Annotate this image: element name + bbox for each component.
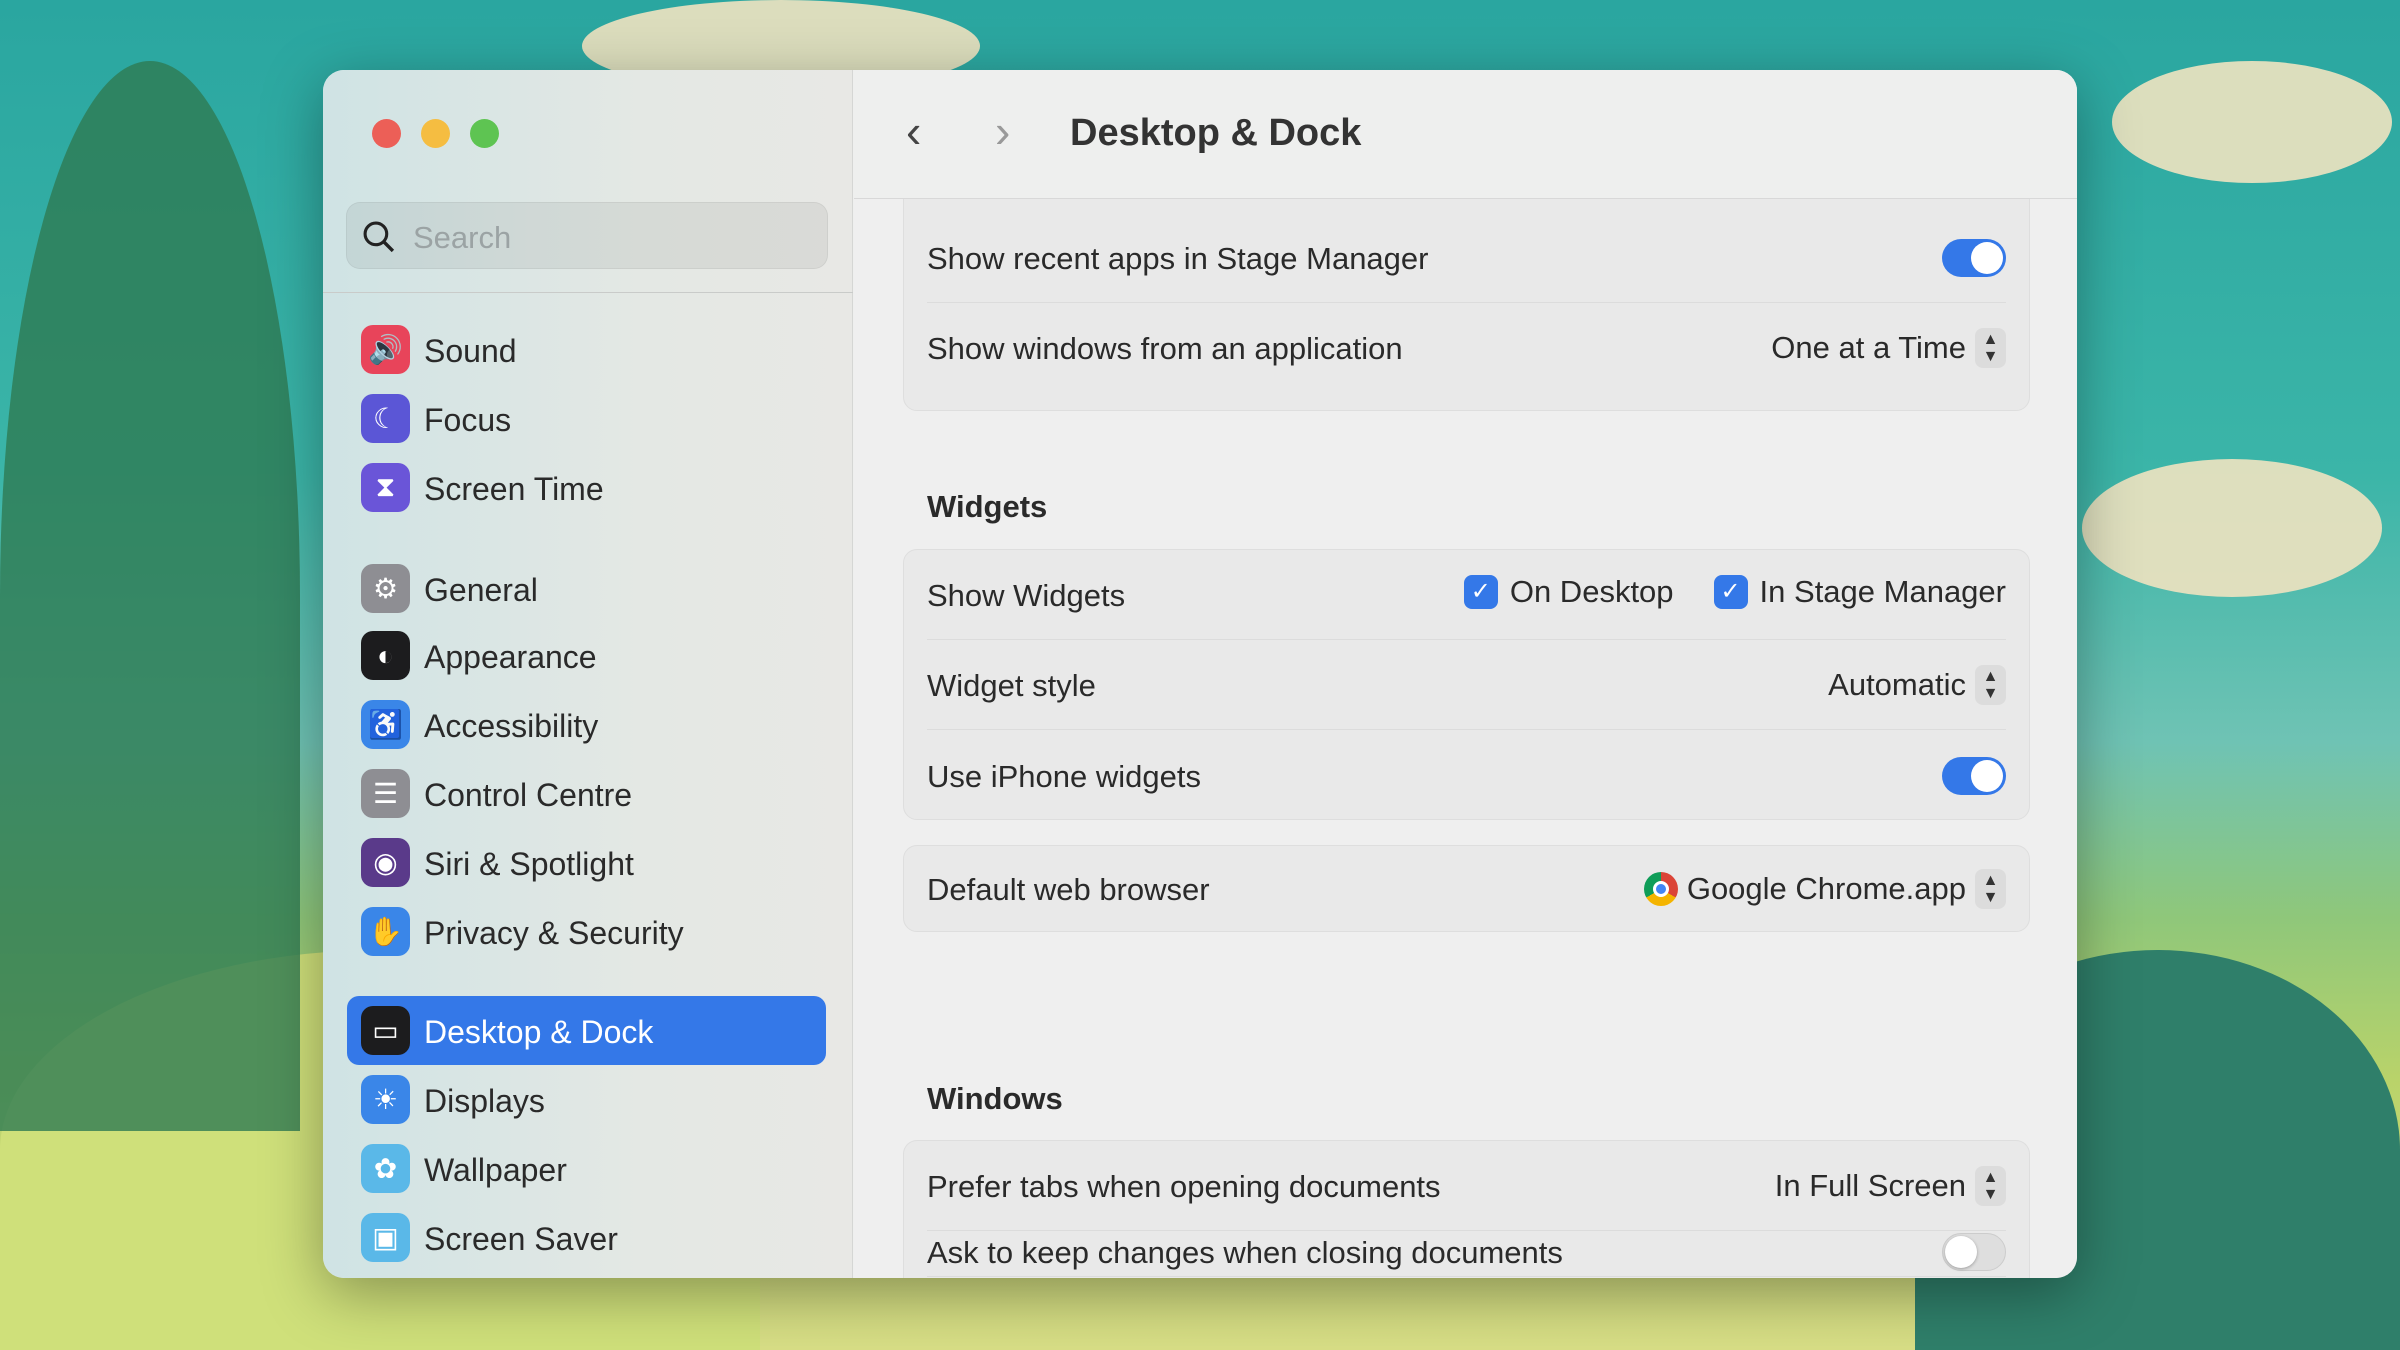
prefer-tabs-label: Prefer tabs when opening documents: [927, 1169, 1441, 1204]
ask-keep-changes-toggle[interactable]: [1942, 1233, 2006, 1271]
widget-style-popup[interactable]: Automatic ▲ ▼: [1828, 665, 2006, 705]
sidebar-item-focus[interactable]: ☾ Focus: [347, 384, 826, 453]
sidebar-divider: [323, 292, 853, 293]
zoom-button[interactable]: [470, 119, 499, 148]
checkmark-icon: ✓: [1463, 575, 1498, 609]
chevron-updown-icon: ▲ ▼: [1975, 665, 2006, 705]
sidebar-item-label: Wallpaper: [424, 1152, 567, 1188]
sidebar-item-label: Screen Time: [424, 471, 604, 507]
windows-heading: Windows: [927, 1081, 1063, 1116]
settings-window: Search 🔊 Sound ☾ Focus ⧗ Screen Time ⚙ General ◐…: [323, 70, 2077, 1278]
widget-style-row: Widget style Automatic ▲ ▼: [927, 640, 2006, 730]
sidebar-item-appearance[interactable]: ◐ Appearance: [347, 621, 826, 690]
chrome-icon: [1643, 872, 1678, 906]
page-title: Desktop & Dock: [1070, 112, 1362, 154]
default-browser-label: Default web browser: [927, 872, 1210, 907]
sidebar-item-general[interactable]: ⚙ General: [347, 554, 826, 623]
sidebar-item-label: Appearance: [424, 639, 597, 675]
switches-icon: ☰: [361, 769, 410, 818]
default-browser-value: Google Chrome.app: [1686, 871, 1966, 906]
windows-group: Prefer tabs when opening documents In Fu…: [903, 1140, 2030, 1278]
sidebar-item-label: Siri & Spotlight: [424, 846, 634, 882]
sidebar-item-displays[interactable]: ☀ Displays: [347, 1065, 826, 1134]
prefer-tabs-row: Prefer tabs when opening documents In Fu…: [927, 1141, 2006, 1231]
dock-icon: ▭: [361, 1006, 410, 1055]
sun-icon: ☀: [361, 1075, 410, 1124]
show-widgets-label: Show Widgets: [927, 578, 1126, 613]
hand-icon: ✋: [361, 907, 410, 956]
on-desktop-label: On Desktop: [1509, 574, 1674, 609]
recent-apps-row: Show recent apps in Stage Manager: [927, 213, 2006, 303]
sidebar-item-label: Screen Saver: [424, 1221, 618, 1257]
minimize-button[interactable]: [421, 119, 450, 148]
default-browser-popup[interactable]: Google Chrome.app ▲ ▼: [1643, 869, 2006, 909]
show-windows-popup[interactable]: One at a Time ▲ ▼: [1771, 328, 2006, 368]
widgets-group: Show Widgets ✓ On Desktop ✓ In Stage Manag…: [903, 549, 2030, 820]
show-widgets-row: Show Widgets ✓ On Desktop ✓ In Stage Manag…: [927, 550, 2006, 640]
sidebar-item-screen-time[interactable]: ⧗ Screen Time: [347, 453, 826, 522]
search-icon: [363, 221, 395, 253]
sidebar-item-wallpaper[interactable]: ✿ Wallpaper: [347, 1134, 826, 1203]
sidebar-item-label: Sound: [424, 333, 517, 369]
hourglass-icon: ⧗: [361, 463, 410, 512]
search-placeholder: Search: [413, 220, 512, 255]
recent-apps-label: Show recent apps in Stage Manager: [927, 241, 1429, 276]
widget-style-value: Automatic: [1828, 667, 1966, 702]
in-stage-manager-label: In Stage Manager: [1759, 574, 2006, 609]
moon-icon: ☾: [361, 394, 410, 443]
speaker-icon: 🔊: [361, 325, 410, 374]
widgets-heading: Widgets: [927, 489, 1048, 524]
iphone-widgets-label: Use iPhone widgets: [927, 759, 1201, 794]
sidebar-item-label: Control Centre: [424, 777, 633, 813]
close-button[interactable]: [372, 119, 401, 148]
sidebar-item-label: Focus: [424, 402, 512, 438]
appearance-icon: ◐: [361, 631, 410, 680]
show-windows-row: Show windows from an application One at …: [927, 303, 2006, 393]
sidebar-item-privacy-security[interactable]: ✋ Privacy & Security: [347, 897, 826, 966]
content-pane: ‹ › Desktop & Dock Show recent apps in S…: [854, 70, 2077, 1278]
gear-icon: ⚙: [361, 564, 410, 613]
forward-button[interactable]: ›: [995, 104, 1010, 158]
sidebar: Search 🔊 Sound ☾ Focus ⧗ Screen Time ⚙ General ◐…: [323, 70, 853, 1278]
sidebar-item-label: Displays: [424, 1083, 545, 1119]
on-desktop-checkbox[interactable]: ✓ On Desktop: [1463, 574, 1674, 610]
show-windows-value: One at a Time: [1771, 330, 1966, 365]
default-browser-row: Default web browser Google Chrome.app ▲ ▼: [927, 844, 2006, 934]
screensaver-icon: ▣: [361, 1213, 410, 1262]
ask-keep-changes-row: Ask to keep changes when closing documen…: [927, 1231, 2006, 1277]
sidebar-item-control-centre[interactable]: ☰ Control Centre: [347, 759, 826, 828]
recent-apps-toggle[interactable]: [1942, 239, 2006, 277]
iphone-widgets-row: Use iPhone widgets: [927, 731, 2006, 821]
browser-group: Default web browser Google Chrome.app ▲ ▼: [903, 845, 2030, 932]
back-button[interactable]: ‹: [906, 104, 921, 158]
desktop: Search 🔊 Sound ☾ Focus ⧗ Screen Time ⚙ General ◐…: [0, 0, 2400, 1350]
sidebar-item-screen-saver[interactable]: ▣ Screen Saver: [347, 1203, 826, 1272]
checkmark-icon: ✓: [1713, 575, 1748, 609]
sidebar-item-label: Desktop & Dock: [424, 1014, 654, 1050]
flower-icon: ✿: [361, 1144, 410, 1193]
iphone-widgets-toggle[interactable]: [1942, 757, 2006, 795]
in-stage-manager-checkbox[interactable]: ✓ In Stage Manager: [1713, 574, 2006, 610]
siri-icon: ◉: [361, 838, 410, 887]
sidebar-item-accessibility[interactable]: ♿ Accessibility: [347, 690, 826, 759]
search-input[interactable]: Search: [346, 202, 828, 269]
ask-keep-changes-label: Ask to keep changes when closing documen…: [927, 1235, 1563, 1270]
widget-style-label: Widget style: [927, 668, 1096, 703]
chevron-updown-icon: ▲ ▼: [1975, 328, 2006, 368]
sidebar-item-label: Privacy & Security: [424, 915, 684, 951]
prefer-tabs-popup[interactable]: In Full Screen ▲ ▼: [1775, 1166, 2006, 1206]
sidebar-item-label: Accessibility: [424, 708, 599, 744]
chevron-updown-icon: ▲ ▼: [1975, 869, 2006, 909]
sidebar-item-label: General: [424, 572, 538, 608]
accessibility-icon: ♿: [361, 700, 410, 749]
sidebar-item-sound[interactable]: 🔊 Sound: [347, 315, 826, 384]
chevron-updown-icon: ▲ ▼: [1975, 1166, 2006, 1206]
toolbar: ‹ › Desktop & Dock: [854, 70, 2077, 199]
sidebar-item-desktop-dock[interactable]: ▭ Desktop & Dock: [347, 996, 826, 1065]
prefer-tabs-value: In Full Screen: [1774, 1168, 1966, 1203]
sidebar-item-siri-spotlight[interactable]: ◉ Siri & Spotlight: [347, 828, 826, 897]
show-windows-label: Show windows from an application: [927, 331, 1403, 366]
